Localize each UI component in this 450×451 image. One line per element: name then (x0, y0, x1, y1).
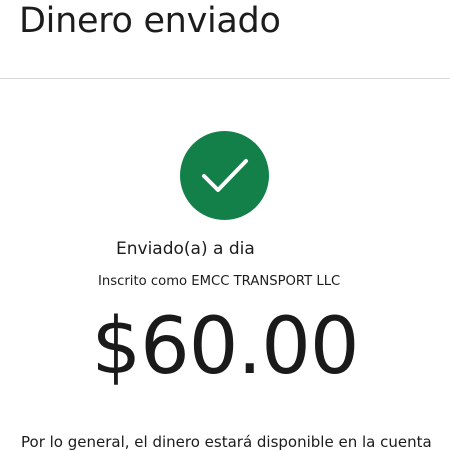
enrolled-recipient-text: Inscrito como EMCC TRANSPORT LLC (98, 274, 341, 289)
availability-note: Por lo general, el dinero estará disponi… (21, 433, 432, 451)
page-title: Dinero enviado (19, 1, 281, 41)
amount-sent: $60.00 (91, 302, 360, 392)
checkmark-icon (201, 158, 248, 192)
success-badge (180, 131, 269, 220)
status-text: Enviado(a) a dia (116, 239, 255, 259)
header: Dinero enviado (0, 0, 450, 79)
